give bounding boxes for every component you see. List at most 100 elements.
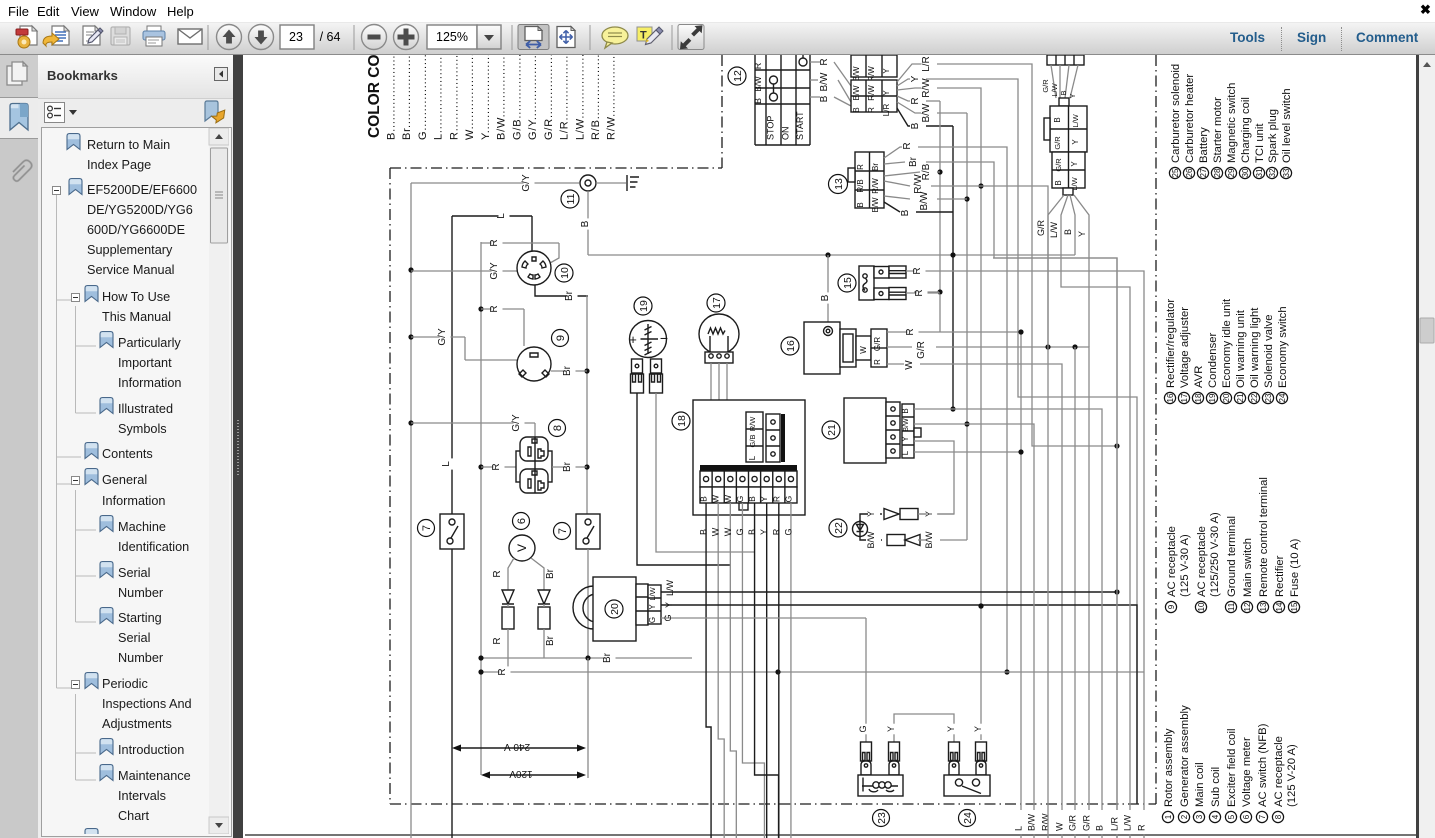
svg-text:G/Y: G/Y [437, 328, 448, 346]
svg-text:Number: Number [118, 586, 164, 600]
svg-text:(125/250 V-30 A): (125/250 V-30 A) [1209, 512, 1221, 597]
svg-text:G/Y...........................: G/Y.............................. [527, 55, 539, 140]
svg-text:12: 12 [732, 70, 744, 82]
svg-text:(125 V-30 A): (125 V-30 A) [1179, 534, 1191, 597]
svg-text:B: B [747, 496, 757, 502]
svg-text:B/W: B/W [819, 72, 830, 91]
svg-text:Y: Y [882, 90, 891, 96]
svg-text:B/W: B/W [852, 85, 861, 101]
svg-text:L: L [496, 213, 507, 219]
svg-text:G/R...........................: G/R.............................. [543, 55, 555, 140]
svg-text:/ 64: / 64 [320, 30, 341, 44]
svg-text:22: 22 [1250, 393, 1259, 402]
svg-text:B: B [747, 529, 757, 535]
svg-text:B/W: B/W [924, 531, 934, 549]
svg-text:Machine: Machine [118, 520, 166, 534]
svg-text:Main coil: Main coil [1194, 762, 1206, 807]
svg-text:8: 8 [552, 425, 564, 431]
svg-text:L: L [748, 455, 757, 460]
svg-text:10: 10 [1197, 602, 1206, 611]
svg-text:B: B [1063, 229, 1073, 235]
svg-text:Y.............................: Y.............................. [480, 55, 492, 140]
svg-text:R: R [489, 305, 500, 312]
svg-text:R: R [497, 668, 508, 675]
svg-text:21: 21 [826, 424, 838, 436]
svg-text:G: G [648, 617, 657, 623]
svg-text:R/W: R/W [1041, 813, 1051, 831]
svg-text:B/W: B/W [903, 418, 910, 432]
svg-text:1: 1 [1164, 814, 1173, 819]
svg-text:L/R...........................: L/R.............................. [559, 55, 571, 140]
svg-text:B: B [1095, 825, 1105, 831]
svg-text:G: G [663, 614, 673, 621]
svg-text:B: B [580, 220, 591, 227]
svg-text:18: 18 [1194, 393, 1203, 402]
svg-text:AC receptacle: AC receptacle [1166, 526, 1178, 597]
svg-text:L: L [901, 450, 910, 455]
svg-text:R: R [867, 107, 876, 113]
svg-text:R: R [856, 164, 865, 170]
svg-text:Solenoid valve: Solenoid valve [1263, 315, 1275, 388]
svg-text:G/R: G/R [1036, 220, 1046, 237]
svg-text:B: B [820, 294, 831, 301]
svg-text:R/B...........................: R/B.............................. [590, 55, 602, 140]
svg-text:L/R: L/R [1110, 816, 1120, 831]
svg-text:R/W: R/W [921, 78, 932, 98]
svg-text:R/W: R/W [913, 174, 924, 194]
svg-text:B: B [699, 496, 709, 502]
svg-text:General: General [102, 473, 147, 487]
svg-text:Remote control terminal: Remote control terminal [1258, 477, 1270, 597]
svg-text:W: W [711, 495, 721, 503]
svg-text:Condenser: Condenser [1207, 332, 1219, 388]
svg-text:Information: Information [102, 494, 165, 508]
svg-text:Battery: Battery [1198, 127, 1210, 163]
svg-text:Starting: Starting [118, 611, 162, 625]
svg-text:Index Page: Index Page [87, 158, 151, 172]
svg-text:G: G [735, 528, 745, 535]
svg-text:L.............................: L.............................. [433, 55, 445, 140]
svg-text:AC receptacle: AC receptacle [1196, 526, 1208, 597]
svg-text:R: R [819, 58, 830, 65]
svg-text:B: B [753, 98, 763, 104]
svg-text:15: 15 [842, 277, 854, 289]
svg-text:19: 19 [638, 300, 650, 312]
svg-text:B: B [819, 95, 830, 102]
svg-text:G: G [735, 496, 745, 503]
svg-text:B/W: B/W [754, 76, 763, 92]
svg-text:Oil warning unit: Oil warning unit [1235, 309, 1247, 388]
svg-text:13: 13 [833, 178, 845, 190]
svg-text:B/W: B/W [921, 103, 932, 122]
svg-text:Introduction: Introduction [118, 743, 184, 757]
svg-text:R: R [491, 463, 502, 470]
svg-text:G: G [783, 496, 793, 503]
svg-text:28: 28 [1213, 168, 1222, 177]
svg-text:How To Use: How To Use [102, 290, 170, 304]
svg-text:17: 17 [1180, 393, 1189, 402]
svg-text:R: R [873, 359, 882, 365]
svg-text:24: 24 [962, 812, 974, 824]
svg-text:23: 23 [289, 30, 303, 44]
svg-text:R: R [771, 496, 781, 502]
svg-text:L/W: L/W [648, 586, 657, 600]
svg-text:Charging coil: Charging coil [1240, 97, 1252, 163]
svg-text:Intervals: Intervals [118, 789, 166, 803]
svg-text:R: R [912, 267, 923, 274]
svg-text:6: 6 [516, 518, 528, 524]
svg-text:AC switch (NFB): AC switch (NFB) [1257, 723, 1269, 807]
svg-text:29: 29 [1227, 168, 1236, 177]
svg-text:25: 25 [1171, 168, 1180, 177]
svg-text:Voltage adjuster: Voltage adjuster [1179, 307, 1191, 388]
svg-text:G/Y: G/Y [511, 414, 522, 432]
svg-text:STOP: STOP [766, 116, 776, 140]
svg-text:30: 30 [1241, 168, 1250, 177]
svg-text:27: 27 [1199, 168, 1208, 177]
svg-text:Y: Y [664, 602, 674, 608]
svg-text:Serial: Serial [118, 566, 150, 580]
svg-text:−: − [660, 330, 668, 346]
svg-text:22: 22 [833, 522, 845, 534]
svg-text:18: 18 [676, 415, 688, 427]
svg-text:R: R [492, 570, 503, 577]
svg-text:8: 8 [1274, 814, 1283, 819]
svg-text:G/R: G/R [873, 337, 882, 351]
svg-text:31: 31 [1255, 168, 1264, 177]
